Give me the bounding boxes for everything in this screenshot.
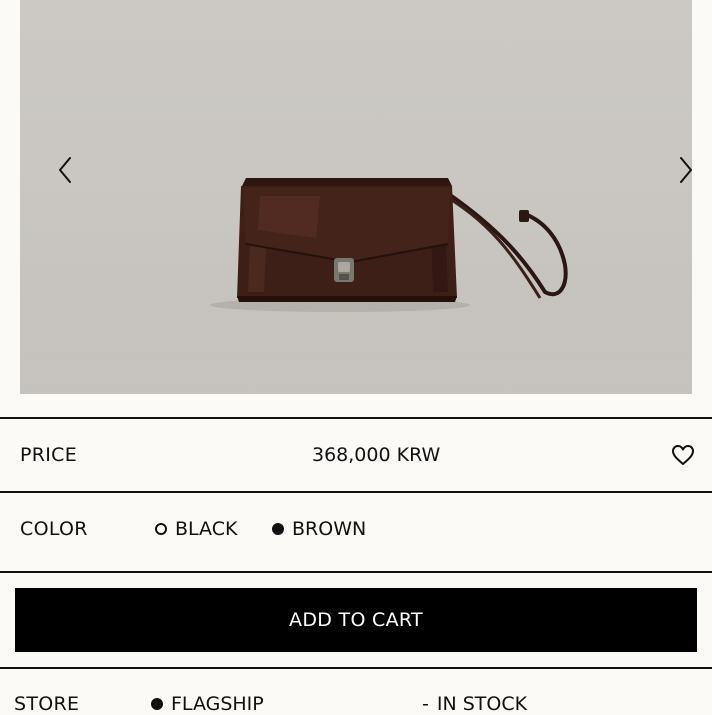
radio-unselected-icon — [155, 523, 167, 535]
color-option-black[interactable]: BLACK — [155, 518, 237, 540]
wishlist-button[interactable] — [671, 444, 695, 466]
divider — [0, 417, 712, 419]
gallery-prev-button[interactable] — [49, 150, 81, 190]
color-option-label: BLACK — [175, 518, 238, 540]
color-option-label: BROWN — [292, 518, 367, 540]
product-image-gallery — [20, 0, 692, 394]
price-value: 368,000 KRW — [312, 444, 441, 466]
divider — [0, 491, 712, 493]
heart-icon — [672, 445, 694, 465]
radio-selected-icon — [151, 698, 163, 710]
product-image — [210, 178, 568, 312]
color-label: COLOR — [20, 518, 88, 540]
radio-selected-icon — [272, 523, 284, 535]
add-to-cart-button[interactable]: ADD TO CART — [15, 588, 697, 652]
chevron-right-icon — [680, 157, 692, 183]
divider — [0, 571, 712, 573]
gallery-next-button[interactable] — [670, 150, 692, 190]
chevron-left-icon — [59, 157, 71, 183]
price-label: PRICE — [20, 444, 78, 466]
color-option-brown[interactable]: BROWN — [272, 518, 366, 540]
divider — [0, 667, 712, 669]
